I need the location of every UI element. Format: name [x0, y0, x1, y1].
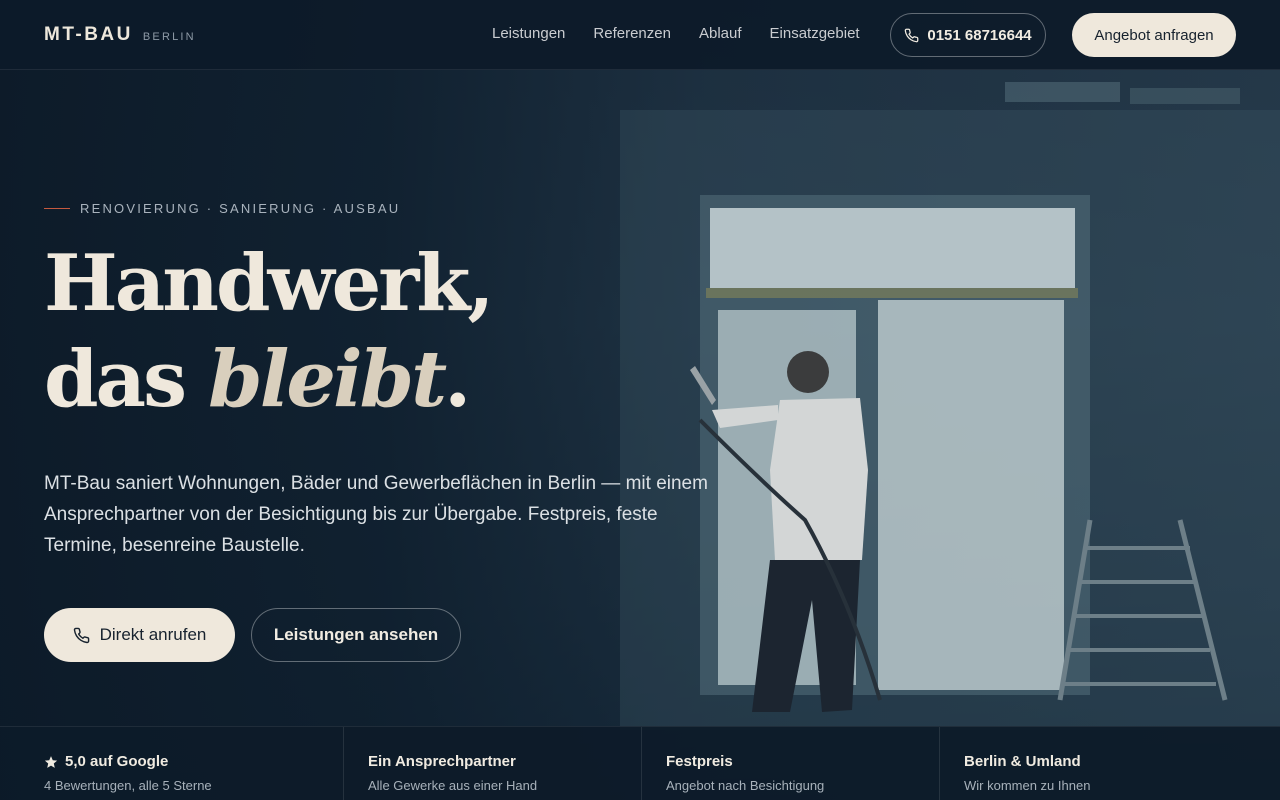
trust-bar: 5,0 auf Google 4 Bewertungen, alle 5 Ste…: [0, 726, 1280, 800]
headline-line-2-suffix: .: [444, 334, 471, 425]
view-services-button[interactable]: Leistungen ansehen: [251, 608, 461, 662]
trust-item-google-rating: 5,0 auf Google 4 Bewertungen, alle 5 Ste…: [0, 727, 343, 800]
request-quote-button[interactable]: Angebot anfragen: [1072, 13, 1236, 57]
trust-sub-contact: Alle Gewerke aus einer Hand: [368, 778, 538, 793]
top-navigation: MT-BAU BERLIN Leistungen Referenzen Abla…: [0, 0, 1280, 70]
nav-links: Leistungen Referenzen Ablauf Einsatzgebi…: [492, 25, 860, 42]
eyebrow-text: RENOVIERUNG · SANIERUNG · AUSBAU: [80, 201, 401, 216]
call-now-label: Direkt anrufen: [99, 625, 207, 644]
eyebrow-accent-line: [44, 208, 70, 209]
nav-link-ablauf[interactable]: Ablauf: [699, 25, 742, 42]
call-now-button[interactable]: Direkt anrufen: [44, 608, 235, 662]
trust-sub-google: 4 Bewertungen, alle 5 Sterne: [44, 778, 212, 793]
trust-item-fixed-price: Festpreis Angebot nach Besichtigung: [641, 727, 939, 800]
nav-link-leistungen[interactable]: Leistungen: [492, 25, 565, 42]
brand-tagline: BERLIN: [142, 31, 196, 43]
trust-title-price: Festpreis: [666, 753, 733, 770]
star-icon: [44, 755, 58, 769]
trust-title-area: Berlin & Umland: [964, 753, 1081, 770]
hero-lead-text: MT-Bau saniert Wohnungen, Bäder und Gewe…: [44, 473, 708, 556]
brand-name: MT-BAU: [44, 24, 133, 45]
brand-logo[interactable]: MT-BAU BERLIN: [44, 24, 196, 46]
headline-line-2: das bleibt.: [44, 332, 492, 428]
trust-title-contact: Ein Ansprechpartner: [368, 753, 516, 770]
phone-icon: [73, 627, 90, 644]
trust-item-service-area: Berlin & Umland Wir kommen zu Ihnen: [939, 727, 1280, 800]
phone-icon: [904, 28, 919, 43]
hero-headline: Handwerk, das bleibt.: [44, 236, 495, 428]
headline-line-1: Handwerk,: [44, 238, 495, 329]
trust-sub-price: Angebot nach Besichtigung: [666, 778, 825, 793]
nav-link-einsatzgebiet[interactable]: Einsatzgebiet: [770, 25, 860, 42]
nav-phone-number: 0151 68716644: [927, 26, 1032, 44]
headline-emphasis: bleibt: [208, 334, 447, 425]
trust-item-contact-person: Ein Ansprechpartner Alle Gewerke aus ein…: [343, 727, 641, 800]
trust-title-text: 5,0 auf Google: [65, 753, 169, 770]
headline-line-2-prefix: das: [44, 334, 209, 425]
trust-sub-area: Wir kommen zu Ihnen: [964, 778, 1091, 793]
trust-title-google: 5,0 auf Google: [44, 753, 343, 770]
nav-phone-button[interactable]: 0151 68716644: [890, 13, 1046, 57]
nav-link-referenzen[interactable]: Referenzen: [593, 25, 671, 42]
hero-eyebrow: RENOVIERUNG · SANIERUNG · AUSBAU: [44, 201, 400, 216]
